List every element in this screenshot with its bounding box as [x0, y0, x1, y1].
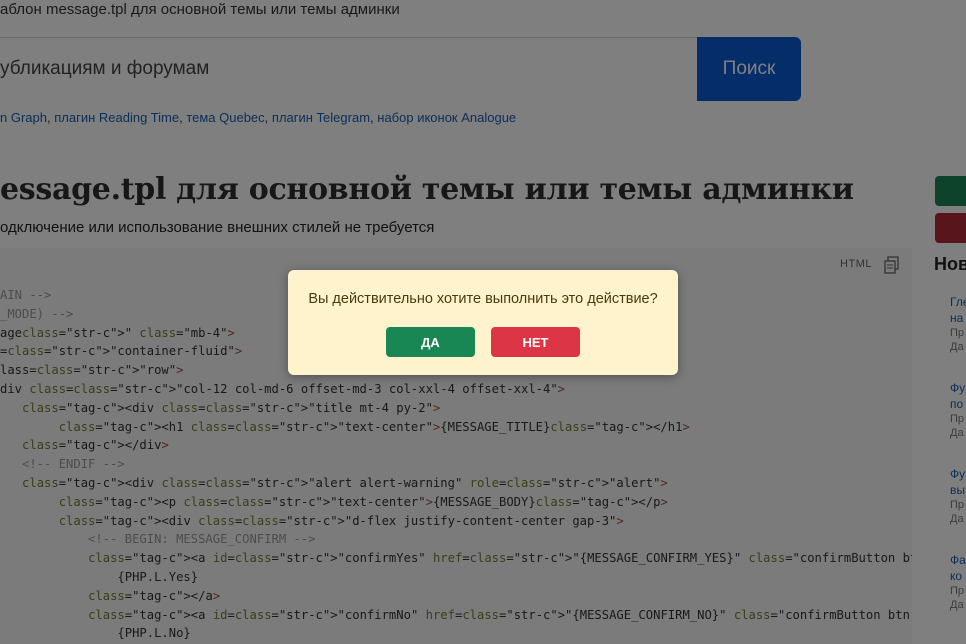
page: аблон message.tpl для основной темы или …: [0, 0, 966, 644]
confirm-no-button[interactable]: НЕТ: [491, 327, 580, 357]
confirm-message: Вы действительно хотите выполнить это де…: [308, 291, 658, 307]
confirm-yes-button[interactable]: ДА: [386, 327, 475, 357]
confirm-dialog: Вы действительно хотите выполнить это де…: [288, 270, 678, 375]
